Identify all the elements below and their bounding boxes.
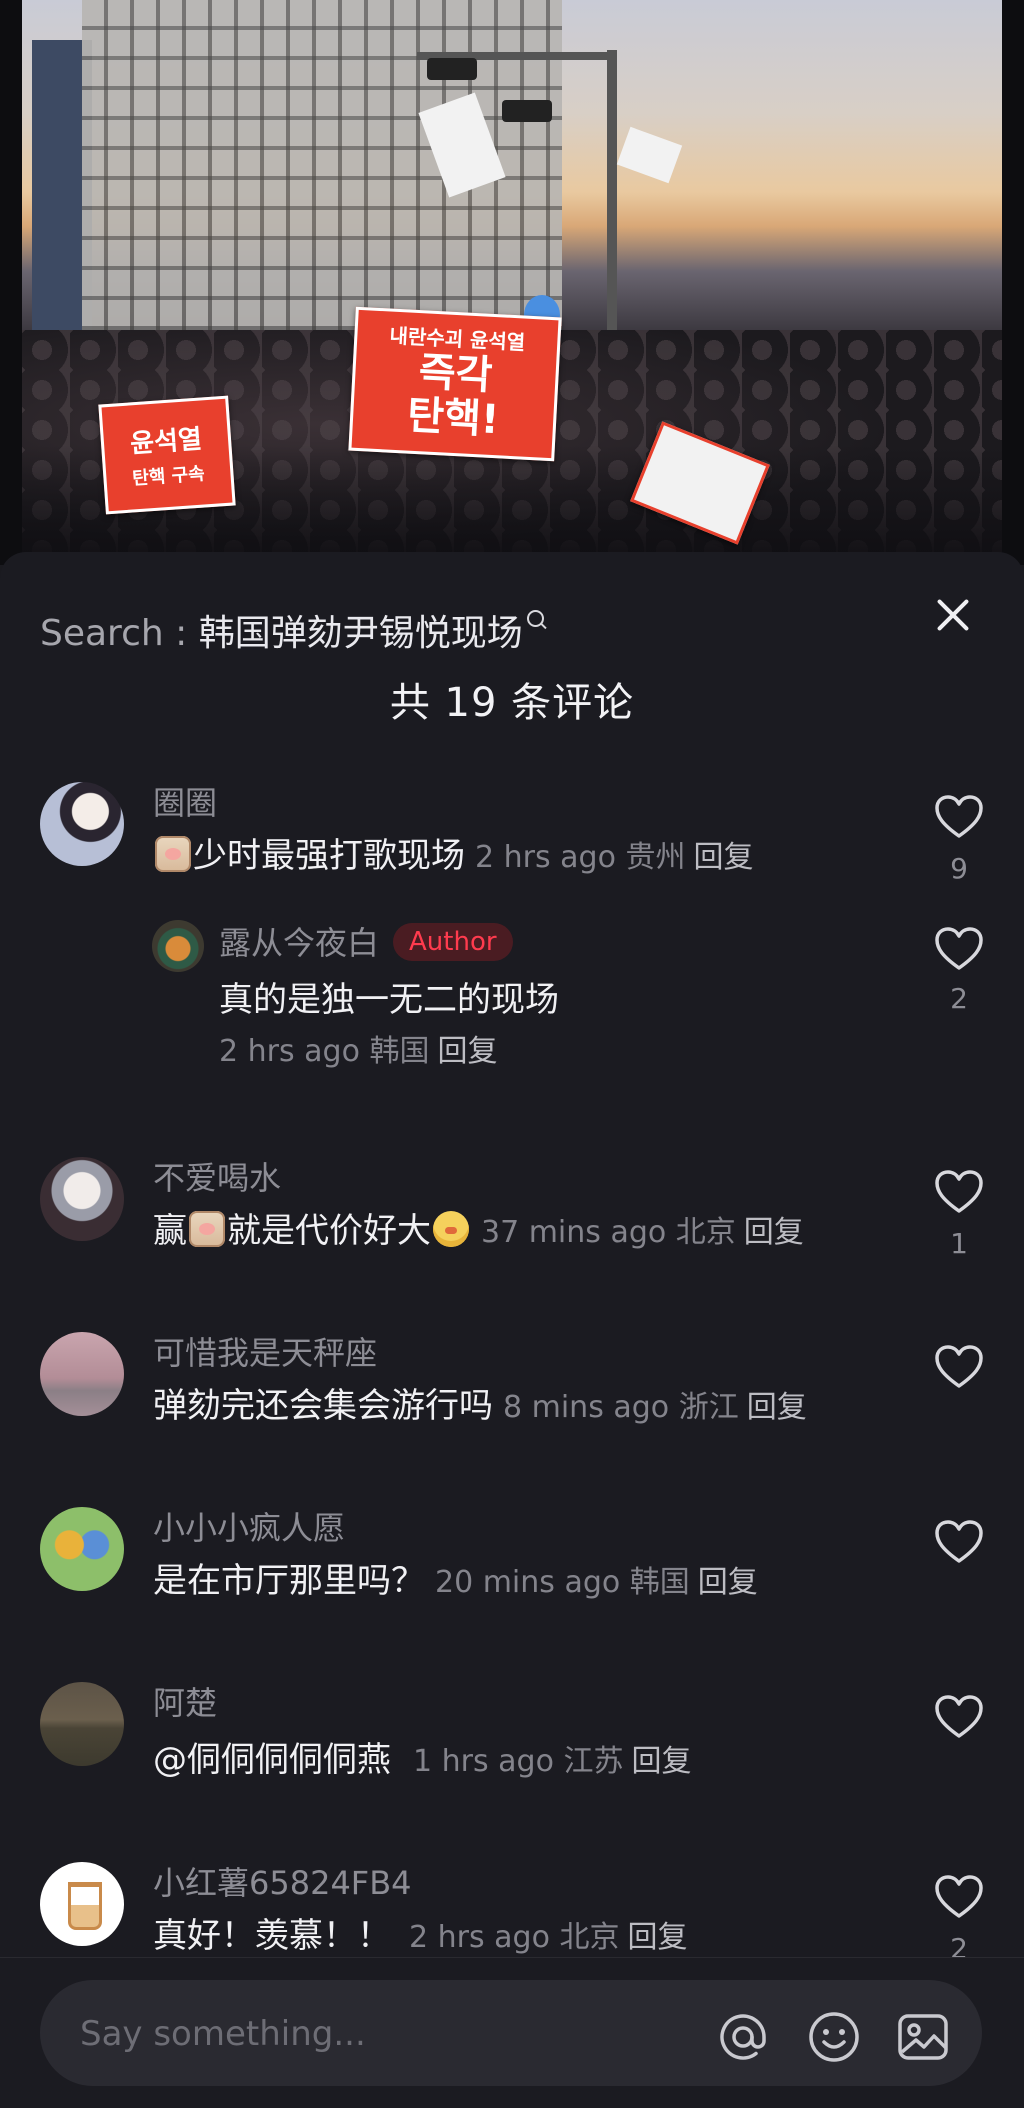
reply-button[interactable]: 回复 (627, 1920, 687, 1955)
comment-time: 8 mins ago (503, 1390, 670, 1425)
sign-text: 탄핵 구속 (131, 463, 206, 490)
emoji-icon (155, 835, 191, 872)
comment-count: 共 19 条评论 (389, 680, 635, 726)
protest-sign-main: 내란수괴 윤석열 즉각 탄핵! (348, 306, 562, 462)
comment-time: 2 hrs ago (219, 1034, 360, 1069)
heart-outline-icon (935, 1520, 983, 1563)
video-player[interactable]: 내란수괴 윤석열 즉각 탄핵! 윤석열 탄핵 구속 (0, 0, 1024, 565)
sign-text: 탄핵! (406, 392, 501, 444)
comment-input[interactable] (78, 2004, 722, 2064)
heart-outline-icon (935, 1170, 983, 1213)
like-button[interactable] (934, 794, 984, 840)
like-count: 9 (950, 852, 968, 885)
comment-author[interactable]: 可惜我是天秤座 (153, 1328, 377, 1374)
avatar[interactable] (152, 920, 204, 972)
comment-location: 贵州 (625, 840, 686, 875)
reply-button[interactable]: 回复 (698, 1565, 758, 1600)
avatar[interactable] (40, 1507, 124, 1591)
reply-author-name[interactable]: 露从今夜白 (219, 924, 379, 962)
flag (616, 126, 683, 184)
comment-body: 少时最强打歌现场 (193, 836, 465, 876)
comment-text: @侗侗侗侗侗燕 1 hrs ago 江苏 回复 (153, 1732, 691, 1781)
bubble-tea-icon (68, 1882, 102, 1930)
comment-time: 37 mins ago (481, 1215, 667, 1250)
like-count: 1 (950, 1227, 968, 1260)
comment-author[interactable]: 阿楚 (153, 1678, 217, 1724)
reply-text: 真的是独一无二的现场 (219, 980, 559, 1020)
comment-body: 真好！羡慕！！ (153, 1916, 391, 1956)
avatar[interactable] (40, 1332, 124, 1416)
traffic-pole (607, 50, 617, 340)
reply-button[interactable]: 回复 (437, 1034, 497, 1069)
comment-author[interactable]: 小红薯65824FB4 (153, 1858, 412, 1904)
image-icon[interactable] (896, 2010, 950, 2064)
comment-body: 就是代价好大 (227, 1211, 431, 1251)
comment-location: 江苏 (563, 1744, 624, 1779)
author-badge: Author (393, 923, 513, 961)
comment-location: 北京 (559, 1920, 620, 1955)
comment-text: 真好！羡慕！！ 2 hrs ago 北京 回复 (153, 1908, 687, 1957)
search-icon (526, 610, 544, 627)
search-label: Search : (40, 613, 199, 654)
comment-text: 弹劾完还会集会游行吗 8 mins ago 浙江 回复 (153, 1378, 807, 1427)
reply-button[interactable]: 回复 (693, 840, 753, 875)
protest-sign-left: 윤석열 탄핵 구속 (98, 395, 236, 515)
comment-time: 2 hrs ago (409, 1920, 550, 1955)
comment-body: @侗侗侗侗侗燕 (153, 1740, 391, 1780)
heart-outline-icon (935, 927, 983, 970)
comment-text: 少时最强打歌现场 2 hrs ago 贵州 回复 (153, 828, 753, 877)
like-count: 2 (950, 982, 968, 1015)
search-query: 韩国弹劾尹锡悦现场 (198, 613, 523, 654)
close-icon[interactable] (930, 592, 976, 638)
smiley-icon[interactable] (807, 2010, 861, 2064)
search-suggestion[interactable]: Search : 韩国弹劾尹锡悦现场 (40, 604, 544, 656)
comment-location: 韩国 (369, 1034, 430, 1069)
reply-button[interactable]: 回复 (744, 1215, 804, 1250)
comment-input-bar (0, 1957, 1024, 2108)
reply-button[interactable]: 回复 (631, 1744, 691, 1779)
traffic-light (427, 58, 477, 80)
comment-text: 赢就是代价好大 37 mins ago 北京 回复 (153, 1203, 804, 1252)
like-button[interactable] (934, 1344, 984, 1390)
comment-body: 是在市厅那里吗？ (153, 1561, 425, 1601)
reply-meta: 2 hrs ago 韩国 回复 (209, 1026, 497, 1070)
emoji-icon (189, 1210, 225, 1247)
comment-time: 1 hrs ago (413, 1744, 554, 1779)
comment-time: 2 hrs ago (475, 840, 616, 875)
comment-input-container (40, 1980, 982, 2086)
heart-outline-icon (935, 795, 983, 838)
avatar[interactable] (40, 1682, 124, 1766)
like-button[interactable] (934, 1519, 984, 1565)
comment-location: 韩国 (629, 1565, 690, 1600)
comment-author[interactable]: 不爱喝水 (153, 1153, 281, 1199)
like-button[interactable] (934, 1169, 984, 1215)
comment-sheet: Search : 韩国弹劾尹锡悦现场 共 19 条评论 圈圈 少时最强打歌现场 2… (0, 552, 1024, 2107)
like-button[interactable] (934, 1874, 984, 1920)
reply-author: 露从今夜白 Author (219, 918, 513, 964)
comment-time: 20 mins ago (435, 1565, 621, 1600)
comment-text: 是在市厅那里吗？ 20 mins ago 韩国 回复 (153, 1553, 758, 1602)
like-button[interactable] (934, 926, 984, 972)
avatar[interactable] (40, 782, 124, 866)
comment-author[interactable]: 小小小疯人愿 (153, 1503, 345, 1549)
comment-body: 赢 (153, 1211, 187, 1251)
traffic-light (502, 100, 552, 122)
comment-location: 浙江 (678, 1390, 739, 1425)
video-frame: 내란수괴 윤석열 즉각 탄핵! 윤석열 탄핵 구속 (22, 0, 1002, 565)
heart-outline-icon (935, 1695, 983, 1738)
comment-body: 弹劾完还会集会游行吗 (153, 1386, 493, 1426)
avatar[interactable] (40, 1157, 124, 1241)
like-button[interactable] (934, 1694, 984, 1740)
reply-button[interactable]: 回复 (747, 1390, 807, 1425)
avatar[interactable] (40, 1862, 124, 1946)
comment-author[interactable]: 圈圈 (153, 778, 217, 824)
heart-outline-icon (935, 1875, 983, 1918)
duck-emoji-icon (433, 1210, 469, 1247)
sign-text: 윤석열 (129, 424, 203, 460)
heart-outline-icon (935, 1345, 983, 1388)
comment-location: 北京 (675, 1215, 736, 1250)
at-icon[interactable] (716, 2010, 770, 2064)
